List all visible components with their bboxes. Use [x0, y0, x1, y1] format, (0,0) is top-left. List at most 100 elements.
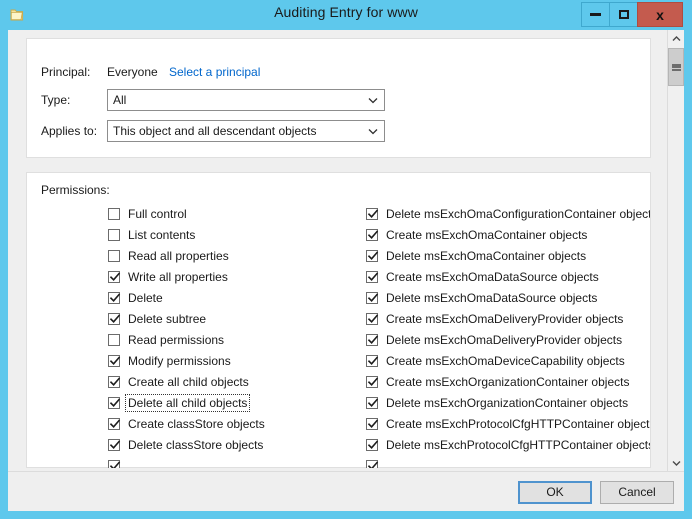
permission-checkbox-row[interactable]: Delete msExchOmaDeliveryProvider objects [366, 329, 651, 350]
maximize-button[interactable] [609, 2, 638, 27]
checkbox-unchecked-icon[interactable] [108, 249, 120, 262]
scrollbar-thumb[interactable] [668, 48, 684, 86]
dialog-client-area: Principal: Everyone Select a principal T… [8, 30, 684, 511]
permission-checkbox-row[interactable]: Delete subtree [108, 308, 363, 329]
checkbox-checked-icon[interactable] [108, 354, 121, 367]
cancel-button[interactable]: Cancel [600, 481, 674, 504]
permission-checkbox-row[interactable]: Create classStore objects [108, 413, 363, 434]
checkbox-checked-icon[interactable] [366, 249, 379, 262]
permission-label: Delete msExchOmaDataSource objects [386, 290, 598, 305]
permission-checkbox-row[interactable] [366, 455, 651, 468]
principal-value: Everyone [107, 65, 158, 79]
chevron-down-icon [368, 90, 378, 110]
permission-label: Delete classStore objects [128, 437, 264, 452]
permission-label: Read permissions [128, 332, 225, 347]
permission-label: Delete msExchOmaDeliveryProvider objects [386, 332, 623, 347]
permission-checkbox-row[interactable]: Delete all child objects [108, 392, 363, 413]
checkbox-checked-icon[interactable] [366, 312, 379, 325]
permission-checkbox-row[interactable]: Full control [108, 203, 363, 224]
checkbox-checked-icon[interactable] [108, 438, 121, 451]
scrollbar-down-button[interactable] [668, 454, 684, 471]
checkbox-checked-icon[interactable] [108, 270, 121, 283]
scrollbar-up-button[interactable] [668, 30, 684, 47]
permission-checkbox-row[interactable] [108, 455, 363, 468]
permission-label: Create all child objects [128, 374, 249, 389]
checkbox-checked-icon[interactable] [366, 228, 379, 241]
title-bar: Auditing Entry for www x [0, 0, 692, 30]
chevron-up-icon [672, 35, 681, 42]
checkbox-checked-icon[interactable] [108, 396, 121, 409]
permission-checkbox-row[interactable]: Delete msExchOrganizationContainer objec… [366, 392, 651, 413]
checkbox-checked-icon[interactable] [366, 438, 379, 451]
permission-label: Full control [128, 206, 187, 221]
checkbox-checked-icon[interactable] [366, 270, 379, 283]
dialog-vertical-scrollbar[interactable] [667, 30, 684, 471]
permission-label: Delete all child objects [124, 393, 251, 412]
permission-checkbox-row[interactable]: Create all child objects [108, 371, 363, 392]
permission-checkbox-row[interactable]: List contents [108, 224, 363, 245]
type-select[interactable]: All [107, 89, 385, 111]
permission-checkbox-row[interactable]: Create msExchOmaDeliveryProvider objects [366, 308, 651, 329]
dialog-content-inner: Principal: Everyone Select a principal T… [8, 30, 667, 471]
chevron-down-icon [672, 460, 681, 466]
permission-label: Create msExchOmaContainer objects [386, 227, 588, 242]
dialog-button-bar: OK Cancel [8, 471, 684, 511]
permission-label [126, 465, 130, 467]
checkbox-checked-icon[interactable] [366, 291, 379, 304]
permission-label: Delete msExchProtocolCfgHTTPContainer ob… [386, 437, 651, 452]
minimize-icon [590, 13, 601, 16]
checkbox-checked-icon[interactable] [108, 291, 121, 304]
permission-checkbox-row[interactable]: Create msExchOmaContainer objects [366, 224, 651, 245]
permission-checkbox-row[interactable]: Create msExchOmaDeviceCapability objects [366, 350, 651, 371]
permission-checkbox-row[interactable]: Create msExchOrganizationContainer objec… [366, 371, 651, 392]
permissions-scroll-area[interactable]: Full control List contents Read all proper… [28, 203, 651, 468]
permission-label: Create msExchProtocolCfgHTTPContainer ob… [386, 416, 651, 431]
permission-checkbox-row[interactable]: Create msExchProtocolCfgHTTPContainer ob… [366, 413, 651, 434]
permission-label: Create msExchOmaDeviceCapability objects [386, 353, 625, 368]
permissions-group: Permissions: Full control List contents Re… [26, 172, 651, 468]
checkbox-checked-icon[interactable] [366, 375, 379, 388]
permission-checkbox-row[interactable]: Read all properties [108, 245, 363, 266]
applies-to-select[interactable]: This object and all descendant objects [107, 120, 385, 142]
maximize-icon [618, 10, 629, 19]
applies-to-label: Applies to: [41, 124, 98, 138]
permission-checkbox-row[interactable]: Write all properties [108, 266, 363, 287]
permissions-label: Permissions: [41, 183, 110, 197]
permissions-divider [650, 203, 651, 468]
checkbox-checked-icon[interactable] [108, 459, 121, 468]
type-label: Type: [41, 93, 71, 107]
select-a-principal-link[interactable]: Select a principal [169, 61, 260, 83]
checkbox-checked-icon[interactable] [366, 354, 379, 367]
checkbox-checked-icon[interactable] [108, 375, 121, 388]
permission-label: List contents [128, 227, 196, 242]
permission-checkbox-row[interactable]: Create msExchOmaDataSource objects [366, 266, 651, 287]
permission-label: Write all properties [128, 269, 228, 284]
checkbox-checked-icon[interactable] [366, 459, 379, 468]
checkbox-unchecked-icon[interactable] [108, 333, 120, 346]
permission-checkbox-row[interactable]: Delete [108, 287, 363, 308]
permissions-column-left: Full control List contents Read all proper… [108, 203, 363, 468]
checkbox-checked-icon[interactable] [366, 207, 379, 220]
permission-label: Delete [128, 290, 163, 305]
permission-checkbox-row[interactable]: Delete msExchOmaContainer objects [366, 245, 651, 266]
permission-checkbox-row[interactable]: Delete classStore objects [108, 434, 363, 455]
minimize-button[interactable] [581, 2, 610, 27]
checkbox-checked-icon[interactable] [108, 417, 121, 430]
permission-checkbox-row[interactable]: Delete msExchOmaConfigurationContainer o… [366, 203, 651, 224]
checkbox-unchecked-icon[interactable] [108, 228, 120, 241]
checkbox-checked-icon[interactable] [366, 333, 379, 346]
permission-checkbox-row[interactable]: Delete msExchProtocolCfgHTTPContainer ob… [366, 434, 651, 455]
principal-label: Principal: [41, 65, 91, 79]
checkbox-checked-icon[interactable] [366, 396, 379, 409]
checkbox-checked-icon[interactable] [108, 312, 121, 325]
ok-button[interactable]: OK [518, 481, 592, 504]
permission-checkbox-row[interactable]: Delete msExchOmaDataSource objects [366, 287, 651, 308]
permission-checkbox-row[interactable]: Modify permissions [108, 350, 363, 371]
permission-label: Create msExchOmaDataSource objects [386, 269, 599, 284]
close-button[interactable]: x [637, 2, 683, 27]
principal-group: Principal: Everyone Select a principal T… [26, 38, 651, 158]
permission-checkbox-row[interactable]: Read permissions [108, 329, 363, 350]
checkbox-checked-icon[interactable] [366, 417, 379, 430]
checkbox-unchecked-icon[interactable] [108, 207, 120, 220]
caption-button-group: x [581, 2, 683, 27]
